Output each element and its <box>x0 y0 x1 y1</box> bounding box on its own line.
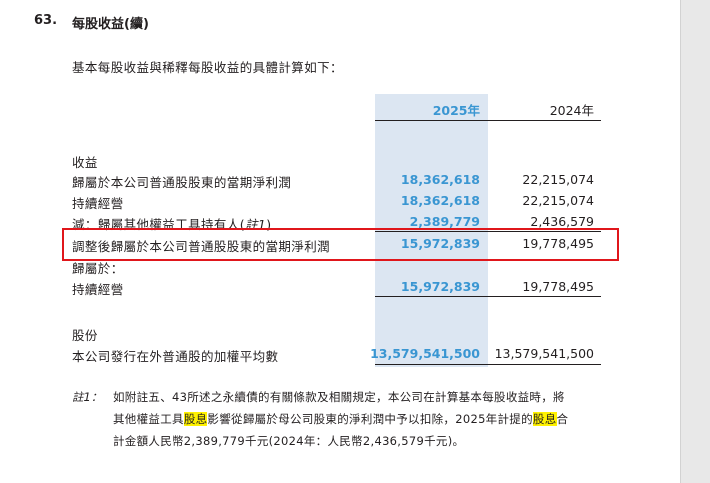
table-bottom-rule <box>375 364 601 365</box>
row-label-net-profit: 歸屬於本公司普通股股東的當期淨利潤 <box>72 175 292 190</box>
value-2024-less-other-equity: 2,436,579 <box>530 214 594 229</box>
section-end-rule <box>375 296 601 297</box>
footnote-line-2-part-c: 合 <box>556 412 569 426</box>
note-number: 63. <box>34 13 58 28</box>
value-2025-continuing-ops-2: 15,972,839 <box>400 279 480 294</box>
value-2024-continuing-ops: 22,215,074 <box>522 193 594 208</box>
value-2024-weighted-avg-shares: 13,579,541,500 <box>494 346 594 361</box>
document-page: 63. 每股收益(續) 基本每股收益與稀釋每股收益的具體計算如下： 2025年 … <box>0 0 680 483</box>
highlighted-term: 股息 <box>183 412 208 426</box>
column-header-2025: 2025年 <box>432 103 480 118</box>
value-2025-weighted-avg-shares: 13,579,541,500 <box>370 346 480 361</box>
section-heading-shares: 股份 <box>72 328 98 343</box>
annotation-highlight-box <box>62 228 619 261</box>
value-2024-net-profit: 22,215,074 <box>522 172 594 187</box>
footnote-line-3: 計金額人民幣2,389,779千元(2024年：人民幣2,436,579千元)。 <box>113 434 465 448</box>
footnote-line-2-part-a: 其他權益工具 <box>113 412 184 426</box>
header-rule <box>375 120 601 121</box>
intro-text: 基本每股收益與稀釋每股收益的具體計算如下： <box>72 60 343 75</box>
value-2025-less-other-equity: 2,389,779 <box>409 214 480 229</box>
footnote-line-2: 其他權益工具股息影響從歸屬於母公司股東的淨利潤中予以扣除，2025年計提的股息合 <box>113 411 568 427</box>
footnote-line-1: 如附註五、43所述之永續債的有關條款及相關規定，本公司在計算基本每股收益時，將 <box>113 390 565 404</box>
footnote-line-2-part-b: 影響從歸屬於母公司股東的淨利潤中予以扣除，2025年計提的 <box>207 412 533 426</box>
footnote-label: 註1： <box>72 390 103 404</box>
row-label-continuing-ops: 持續經營 <box>72 196 124 211</box>
highlighted-term: 股息 <box>532 412 557 426</box>
row-label-continuing-ops-2: 持續經營 <box>72 282 124 297</box>
column-header-2024: 2024年 <box>549 103 594 118</box>
viewer-gutter <box>680 0 710 483</box>
value-2024-continuing-ops-2: 19,778,495 <box>522 279 594 294</box>
value-2025-continuing-ops: 18,362,618 <box>400 193 480 208</box>
section-heading-earnings: 收益 <box>72 155 98 170</box>
value-2025-net-profit: 18,362,618 <box>400 172 480 187</box>
row-label-attributable-to: 歸屬於： <box>72 261 124 276</box>
note-title: 每股收益(續) <box>72 17 149 32</box>
row-label-weighted-avg-shares: 本公司發行在外普通股的加權平均數 <box>72 349 279 364</box>
